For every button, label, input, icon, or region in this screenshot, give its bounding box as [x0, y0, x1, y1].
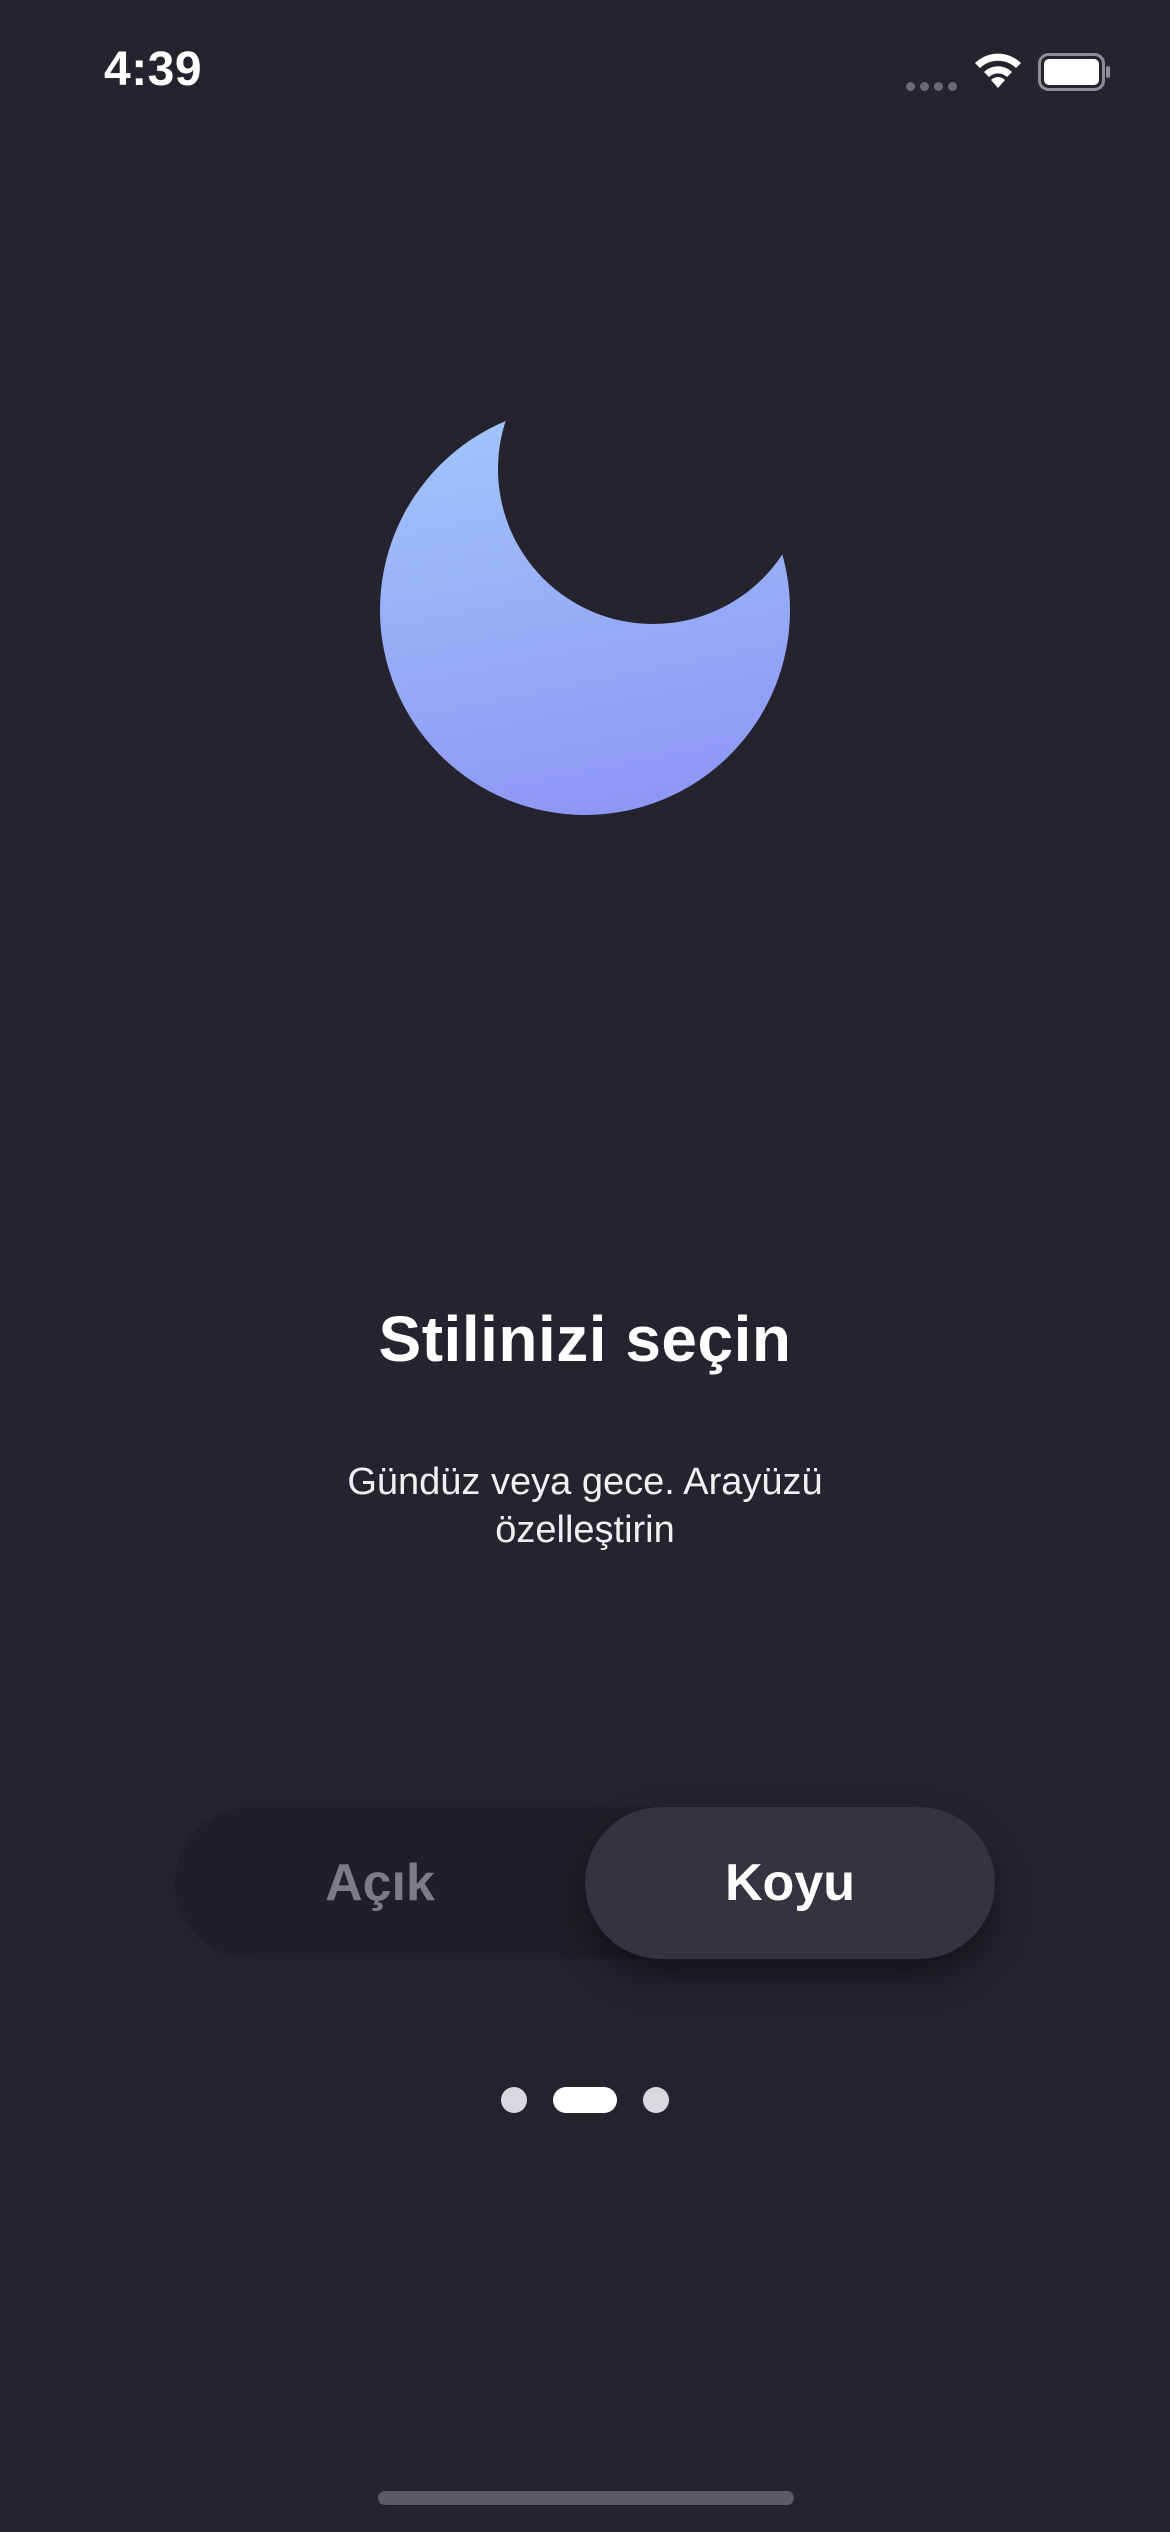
- page-dot-2-active[interactable]: [553, 2087, 617, 2113]
- wifi-icon: [975, 53, 1021, 88]
- page-subtitle: Gündüz veya gece. Arayüzü özelleştirin: [347, 1461, 823, 1551]
- page-dot-3[interactable]: [643, 2087, 669, 2113]
- page-title: Stilinizi seçin: [378, 1303, 792, 1375]
- theme-option-dark[interactable]: Koyu: [585, 1807, 995, 1959]
- status-bar: 4:39: [0, 0, 1170, 150]
- theme-segmented-control: Açık Koyu: [175, 1807, 995, 1959]
- page-dot-1[interactable]: [501, 2087, 527, 2113]
- home-indicator[interactable]: [378, 2491, 794, 2505]
- battery-icon: [1038, 53, 1110, 91]
- onboarding-screen: 4:39 Stilinizi seçin Gündüz veya gece. A…: [0, 0, 1170, 2532]
- status-time: 4:39: [104, 43, 203, 96]
- page-indicator: [0, 2087, 1170, 2113]
- cellular-signal-icon: [906, 82, 957, 91]
- moon-icon: [380, 405, 790, 815]
- theme-option-light[interactable]: Açık: [175, 1807, 585, 1959]
